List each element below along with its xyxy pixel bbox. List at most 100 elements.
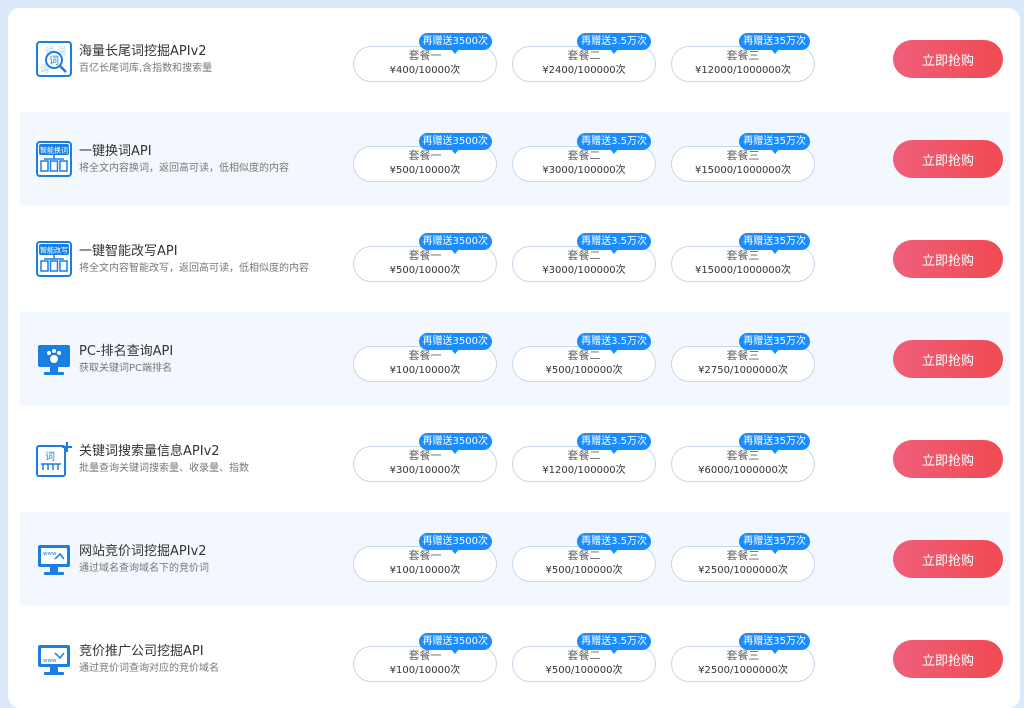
- package-price: ¥2400/100000次: [542, 65, 626, 76]
- product-info: 词 关键词搜索量信息APIv2 批量查询关键词搜索量、收录量、指数: [35, 412, 335, 506]
- package-option-3[interactable]: 再赠送35万次 套餐三 ¥2500/1000000次: [671, 533, 815, 582]
- package-option-3[interactable]: 再赠送35万次 套餐三 ¥15000/1000000次: [671, 133, 815, 182]
- package-name: 套餐一: [408, 649, 442, 662]
- product-name: PC-排名查询API: [79, 343, 174, 359]
- product-row: 词 词 词 词 海量长尾词挖掘APIv2 百亿长尾词库,含指数和搜索量 再赠送3…: [20, 12, 1010, 106]
- package-name: 套餐一: [408, 449, 442, 462]
- product-desc: 通过域名查询域名下的竞价词: [79, 562, 209, 574]
- package-price: ¥500/100000次: [545, 665, 623, 676]
- package-name: 套餐一: [408, 49, 442, 62]
- package-name: 套餐一: [408, 149, 442, 162]
- buy-now-button[interactable]: 立即抢购: [893, 40, 1003, 78]
- package-price: ¥3000/100000次: [542, 265, 626, 276]
- package-name: 套餐三: [726, 149, 760, 162]
- buy-now-button[interactable]: 立即抢购: [893, 640, 1003, 678]
- package-name: 套餐二: [567, 149, 601, 162]
- package-price: ¥15000/1000000次: [694, 265, 792, 276]
- product-info: PC-排名查询API 获取关键词PC端排名: [35, 312, 335, 406]
- package-option-3[interactable]: 再赠送35万次 套餐三 ¥15000/1000000次: [671, 233, 815, 282]
- product-info: www 网站竞价词挖掘APIv2 通过域名查询域名下的竞价词: [35, 512, 335, 606]
- package-price: ¥100/10000次: [389, 365, 461, 376]
- keyword-volume-icon: 词: [35, 440, 73, 478]
- package-price: ¥100/10000次: [389, 565, 461, 576]
- buy-now-button[interactable]: 立即抢购: [893, 240, 1003, 278]
- bonus-badge: 再赠送3.5万次: [577, 233, 651, 254]
- bid-company-icon: www: [35, 640, 73, 678]
- package-name: 套餐三: [726, 649, 760, 662]
- package-option-2[interactable]: 再赠送3.5万次 套餐二 ¥1200/100000次: [512, 433, 656, 482]
- package-option-1[interactable]: 再赠送3500次 套餐一 ¥500/10000次: [353, 233, 497, 282]
- package-price: ¥500/10000次: [389, 165, 461, 176]
- package-option-2[interactable]: 再赠送3.5万次 套餐二 ¥3000/100000次: [512, 233, 656, 282]
- product-row: www 竞价推广公司挖掘API 通过竞价词查询对应的竞价域名 再赠送3500次 …: [20, 612, 1010, 706]
- package-price: ¥15000/1000000次: [694, 165, 792, 176]
- package-option-3[interactable]: 再赠送35万次 套餐三 ¥2750/1000000次: [671, 333, 815, 382]
- package-option-3[interactable]: 再赠送35万次 套餐三 ¥2500/1000000次: [671, 633, 815, 682]
- bonus-badge: 再赠送3.5万次: [577, 633, 651, 654]
- package-option-2[interactable]: 再赠送3.5万次 套餐二 ¥500/100000次: [512, 533, 656, 582]
- package-price: ¥400/10000次: [389, 65, 461, 76]
- buy-now-button[interactable]: 立即抢购: [893, 140, 1003, 178]
- svg-text:词: 词: [49, 55, 59, 67]
- package-option-2[interactable]: 再赠送3.5万次 套餐二 ¥500/100000次: [512, 333, 656, 382]
- package-option-3[interactable]: 再赠送35万次 套餐三 ¥6000/1000000次: [671, 433, 815, 482]
- package-name: 套餐二: [567, 49, 601, 62]
- product-desc: 获取关键词PC端排名: [79, 362, 173, 374]
- product-name: 一键智能改写API: [79, 243, 178, 259]
- svg-text:www: www: [43, 658, 57, 664]
- package-name: 套餐一: [408, 249, 442, 262]
- pricing-card: 词 词 词 词 海量长尾词挖掘APIv2 百亿长尾词库,含指数和搜索量 再赠送3…: [8, 8, 1020, 708]
- bonus-badge: 再赠送35万次: [739, 433, 810, 454]
- product-row: 智能换词 一键换词API 将全文内容换词，返回高可读，低相似度的内容 再赠送35…: [20, 112, 1010, 206]
- product-name: 网站竞价词挖掘APIv2: [79, 543, 207, 559]
- bonus-badge: 再赠送35万次: [739, 533, 810, 554]
- package-option-1[interactable]: 再赠送3500次 套餐一 ¥300/10000次: [353, 433, 497, 482]
- package-price: ¥6000/1000000次: [698, 465, 788, 476]
- product-desc: 批量查询关键词搜索量、收录量、指数: [79, 462, 249, 474]
- package-name: 套餐三: [726, 549, 760, 562]
- product-desc: 将全文内容智能改写，返回高可读，低相似度的内容: [79, 262, 309, 274]
- package-option-2[interactable]: 再赠送3.5万次 套餐二 ¥2400/100000次: [512, 33, 656, 82]
- bonus-badge: 再赠送3.5万次: [577, 433, 651, 454]
- bonus-badge: 再赠送3500次: [418, 433, 492, 454]
- package-option-3[interactable]: 再赠送35万次 套餐三 ¥12000/1000000次: [671, 33, 815, 82]
- package-option-1[interactable]: 再赠送3500次 套餐一 ¥100/10000次: [353, 633, 497, 682]
- bonus-badge: 再赠送35万次: [739, 33, 810, 54]
- package-name: 套餐三: [726, 449, 760, 462]
- package-price: ¥500/100000次: [545, 365, 623, 376]
- package-name: 套餐一: [408, 549, 442, 562]
- package-name: 套餐二: [567, 449, 601, 462]
- package-option-1[interactable]: 再赠送3500次 套餐一 ¥100/10000次: [353, 333, 497, 382]
- bonus-badge: 再赠送3500次: [418, 233, 492, 254]
- svg-text:智能改写: 智能改写: [40, 246, 68, 255]
- package-price: ¥2750/1000000次: [698, 365, 788, 376]
- product-name: 关键词搜索量信息APIv2: [79, 443, 220, 459]
- buy-now-button[interactable]: 立即抢购: [893, 440, 1003, 478]
- package-name: 套餐二: [567, 649, 601, 662]
- product-info: www 竞价推广公司挖掘API 通过竞价词查询对应的竞价域名: [35, 612, 335, 706]
- package-option-2[interactable]: 再赠送3.5万次 套餐二 ¥500/100000次: [512, 633, 656, 682]
- package-option-1[interactable]: 再赠送3500次 套餐一 ¥100/10000次: [353, 533, 497, 582]
- package-option-1[interactable]: 再赠送3500次 套餐一 ¥400/10000次: [353, 33, 497, 82]
- package-option-2[interactable]: 再赠送3.5万次 套餐二 ¥3000/100000次: [512, 133, 656, 182]
- bonus-badge: 再赠送3500次: [418, 333, 492, 354]
- word-replace-icon: 智能换词: [35, 140, 73, 178]
- bonus-badge: 再赠送3500次: [418, 633, 492, 654]
- bonus-badge: 再赠送3500次: [418, 533, 492, 554]
- product-info: 智能改写 一键智能改写API 将全文内容智能改写，返回高可读，低相似度的内容: [35, 212, 335, 306]
- package-option-1[interactable]: 再赠送3500次 套餐一 ¥500/10000次: [353, 133, 497, 182]
- bonus-badge: 再赠送35万次: [739, 233, 810, 254]
- product-name: 竞价推广公司挖掘API: [79, 643, 204, 659]
- package-name: 套餐三: [726, 49, 760, 62]
- package-price: ¥500/10000次: [389, 265, 461, 276]
- bonus-badge: 再赠送3.5万次: [577, 533, 651, 554]
- pc-ranking-icon: [35, 340, 73, 378]
- package-name: 套餐二: [567, 549, 601, 562]
- buy-now-button[interactable]: 立即抢购: [893, 540, 1003, 578]
- bonus-badge: 再赠送3.5万次: [577, 133, 651, 154]
- package-price: ¥2500/1000000次: [698, 565, 788, 576]
- longtail-keywords-icon: 词 词 词 词: [35, 40, 73, 78]
- buy-now-button[interactable]: 立即抢购: [893, 340, 1003, 378]
- package-name: 套餐二: [567, 249, 601, 262]
- bonus-badge: 再赠送35万次: [739, 333, 810, 354]
